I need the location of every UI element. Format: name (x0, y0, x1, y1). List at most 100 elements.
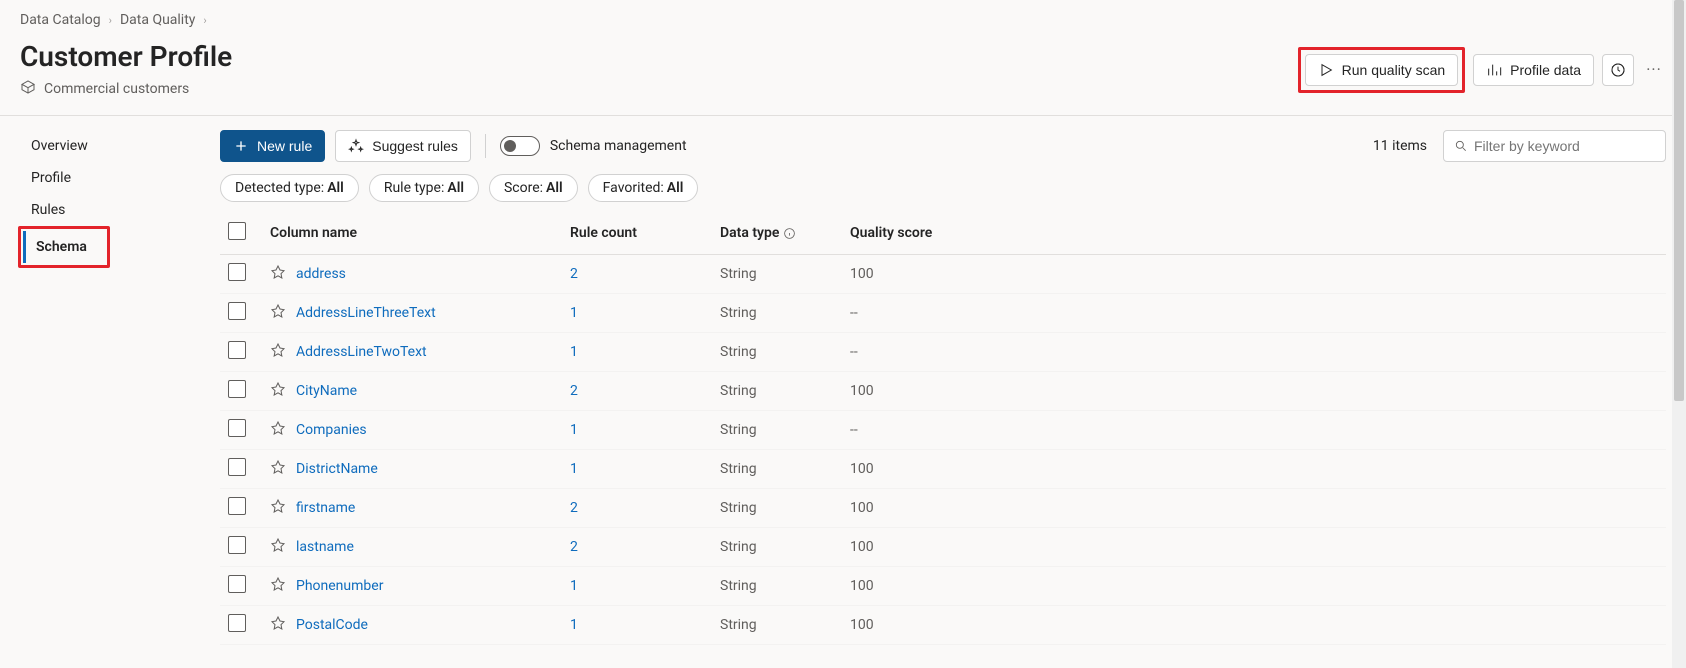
filter-input[interactable] (1474, 138, 1655, 154)
rule-count-link[interactable]: 2 (570, 500, 578, 516)
column-name-link[interactable]: AddressLineThreeText (296, 305, 436, 321)
quality-score-cell: 100 (842, 606, 992, 645)
sidenav-item-schema[interactable]: Schema (23, 231, 97, 263)
page-title: Customer Profile (20, 40, 232, 73)
vertical-scrollbar[interactable] (1672, 0, 1686, 668)
quality-score-cell: 100 (842, 528, 992, 567)
favorite-star-icon[interactable] (270, 498, 286, 518)
row-checkbox[interactable] (228, 614, 246, 632)
table-row[interactable]: AddressLineThreeText 1 String-- (220, 294, 1666, 333)
separator (485, 134, 486, 158)
quality-score-cell: 100 (842, 372, 992, 411)
favorite-star-icon[interactable] (270, 381, 286, 401)
favorite-star-icon[interactable] (270, 615, 286, 635)
column-header-quality-score[interactable]: Quality score (842, 212, 992, 255)
suggest-rules-button[interactable]: Suggest rules (335, 130, 471, 162)
table-row[interactable]: DistrictName1String100 (220, 450, 1666, 489)
table-row[interactable]: CityName 2 String100 (220, 372, 1666, 411)
history-button[interactable] (1602, 54, 1634, 86)
row-checkbox[interactable] (228, 263, 246, 281)
breadcrumb-item[interactable]: Data Catalog (20, 12, 101, 28)
favorite-star-icon[interactable] (270, 303, 286, 323)
row-checkbox[interactable] (228, 575, 246, 593)
row-checkbox[interactable] (228, 458, 246, 476)
row-checkbox[interactable] (228, 341, 246, 359)
filter-input-wrapper[interactable] (1443, 130, 1666, 162)
schema-management-toggle[interactable] (500, 136, 540, 156)
table-row[interactable]: lastname2String100 (220, 528, 1666, 567)
column-header-data-type[interactable]: Data type (712, 212, 842, 255)
favorite-star-icon[interactable] (270, 264, 286, 284)
row-checkbox[interactable] (228, 536, 246, 554)
favorite-star-icon[interactable] (270, 342, 286, 362)
sidenav-item-overview[interactable]: Overview (18, 130, 200, 162)
select-all-checkbox[interactable] (228, 222, 246, 240)
breadcrumb-item[interactable]: Data Quality (120, 12, 195, 28)
quality-score-cell: -- (842, 294, 992, 333)
pill-label: Favorited: (603, 180, 664, 196)
column-name-link[interactable]: DistrictName (296, 461, 378, 477)
rule-count-link[interactable]: 1 (570, 344, 578, 360)
data-type-cell: String (712, 567, 842, 606)
sidenav-item-profile[interactable]: Profile (18, 162, 200, 194)
favorite-star-icon[interactable] (270, 420, 286, 440)
more-actions-button[interactable]: ··· (1642, 54, 1666, 86)
column-name-link[interactable]: address (296, 266, 346, 282)
rule-count-link[interactable]: 1 (570, 305, 578, 321)
data-type-cell: String (712, 606, 842, 645)
data-type-cell: String (712, 372, 842, 411)
quality-score-cell: -- (842, 333, 992, 372)
search-icon (1454, 139, 1468, 153)
table-row[interactable]: Companies1String-- (220, 411, 1666, 450)
rule-count-link[interactable]: 2 (570, 266, 578, 282)
table-row[interactable]: Phonenumber1String100 (220, 567, 1666, 606)
rule-count-link[interactable]: 1 (570, 617, 578, 633)
run-quality-scan-button[interactable]: Run quality scan (1305, 54, 1459, 86)
quality-score-cell: 100 (842, 489, 992, 528)
rule-count-link[interactable]: 1 (570, 461, 578, 477)
table-row[interactable]: PostalCode 1 String100 (220, 606, 1666, 645)
package-icon (20, 79, 36, 99)
column-name-link[interactable]: Companies (296, 422, 367, 438)
quality-score-cell: 100 (842, 255, 992, 294)
item-count: 11 items (1373, 138, 1427, 154)
sidenav-item-rules[interactable]: Rules (18, 194, 200, 226)
favorite-star-icon[interactable] (270, 537, 286, 557)
column-header-rule-count[interactable]: Rule count (562, 212, 712, 255)
row-checkbox[interactable] (228, 302, 246, 320)
scrollbar-thumb[interactable] (1674, 0, 1684, 401)
table-row[interactable]: firstname2String100 (220, 489, 1666, 528)
column-name-link[interactable]: PostalCode (296, 617, 368, 633)
column-name-link[interactable]: Phonenumber (296, 578, 383, 594)
new-rule-button[interactable]: New rule (220, 130, 325, 162)
rule-count-link[interactable]: 2 (570, 383, 578, 399)
pill-value: All (667, 180, 684, 196)
button-label: Suggest rules (372, 138, 458, 154)
table-row[interactable]: address2String100 (220, 255, 1666, 294)
filter-pill-detected-type[interactable]: Detected type: All (220, 174, 359, 202)
column-header-label: Data type (720, 225, 779, 241)
column-header-name[interactable]: Column name (262, 212, 562, 255)
rule-count-link[interactable]: 1 (570, 422, 578, 438)
table-row[interactable]: AddressLineTwoText1String-- (220, 333, 1666, 372)
data-type-cell: String (712, 294, 842, 333)
pill-value: All (546, 180, 563, 196)
data-type-cell: String (712, 450, 842, 489)
column-name-link[interactable]: AddressLineTwoText (296, 344, 427, 360)
row-checkbox[interactable] (228, 497, 246, 515)
profile-data-button[interactable]: Profile data (1473, 54, 1594, 86)
favorite-star-icon[interactable] (270, 576, 286, 596)
info-icon[interactable] (783, 225, 796, 241)
page-subtitle: Commercial customers (20, 79, 232, 99)
filter-pill-favorited[interactable]: Favorited: All (588, 174, 699, 202)
column-name-link[interactable]: lastname (296, 539, 354, 555)
rule-count-link[interactable]: 2 (570, 539, 578, 555)
filter-pill-rule-type[interactable]: Rule type: All (369, 174, 479, 202)
row-checkbox[interactable] (228, 380, 246, 398)
filter-pill-score[interactable]: Score: All (489, 174, 578, 202)
favorite-star-icon[interactable] (270, 459, 286, 479)
row-checkbox[interactable] (228, 419, 246, 437)
column-name-link[interactable]: CityName (296, 383, 357, 399)
rule-count-link[interactable]: 1 (570, 578, 578, 594)
column-name-link[interactable]: firstname (296, 500, 355, 516)
